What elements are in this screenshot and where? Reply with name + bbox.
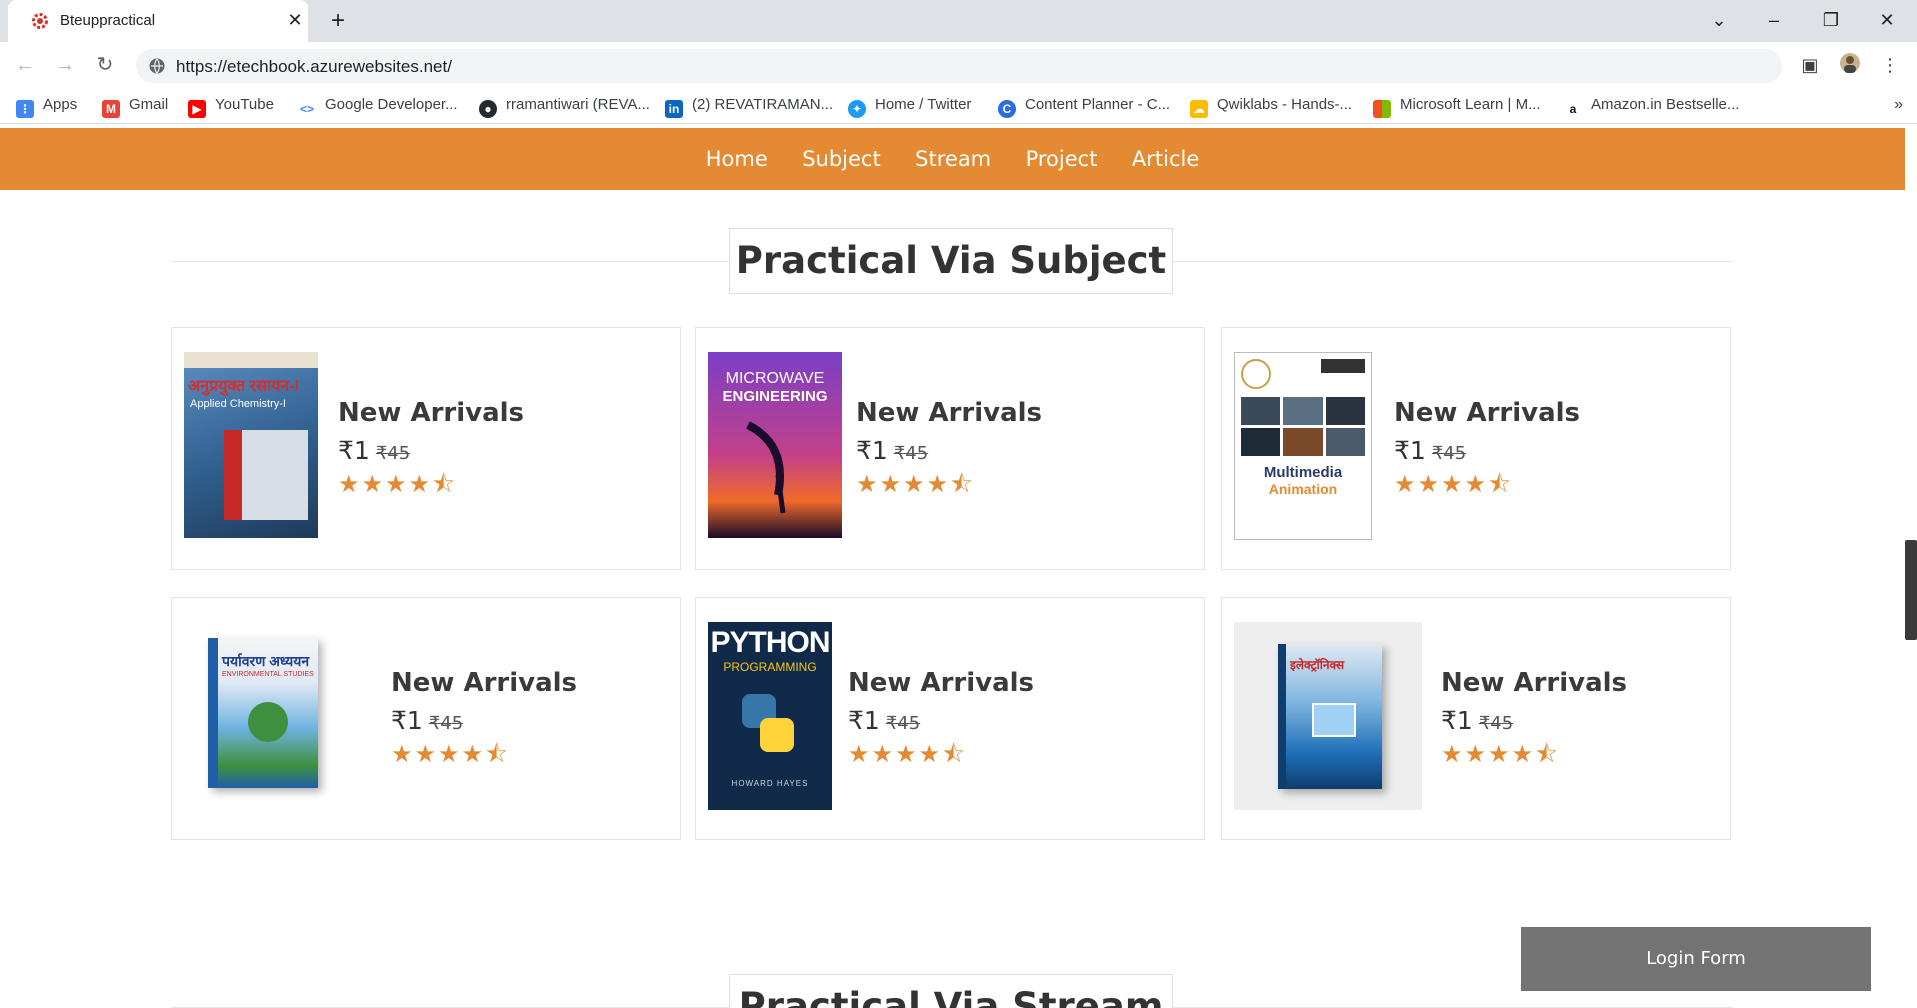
product-card[interactable]: Multimedia Animation New Arrivals ₹1 ₹45 … — [1221, 327, 1731, 570]
url-text[interactable]: https://etechbook.azurewebsites.net/ — [176, 57, 452, 77]
book-cover-microwave-engineering[interactable]: MICROWAVE ENGINEERING — [708, 352, 842, 538]
nav-article[interactable]: Article — [1132, 128, 1199, 190]
restore-button[interactable]: ❐ — [1816, 8, 1846, 32]
tab-search-chevron-icon[interactable]: ⌄ — [1704, 8, 1734, 32]
close-window-button[interactable]: ✕ — [1872, 8, 1902, 32]
tab-close-icon[interactable]: ✕ — [284, 9, 306, 31]
apps-grid-icon: ⋮ — [16, 100, 34, 118]
gmail-icon: M — [102, 100, 120, 118]
book-cover-applied-chemistry[interactable]: अनुप्रयुक्त रसायन-I Applied Chemistry-I — [184, 352, 318, 538]
rating-stars: ★★★★⯪ — [391, 741, 510, 768]
product-title[interactable]: New Arrivals — [1394, 398, 1580, 428]
section-title-subject: Practical Via Subject — [729, 228, 1173, 294]
product-info: New Arrivals ₹1 ₹45 ★★★★⯪ — [391, 668, 577, 778]
linkedin-icon: in — [665, 100, 683, 118]
product-title[interactable]: New Arrivals — [856, 398, 1042, 428]
product-price: ₹1 ₹45 — [1441, 706, 1514, 735]
bookmark-github[interactable]: ● rramantiwari (REVA... — [479, 96, 650, 118]
bookmark-content-planner[interactable]: C Content Planner - C... — [998, 96, 1170, 118]
address-bar[interactable]: https://etechbook.azurewebsites.net/ — [136, 49, 1782, 83]
nav-project[interactable]: Project — [1026, 128, 1098, 190]
login-form-button[interactable]: Login Form — [1521, 927, 1871, 991]
satellite-dish-icon — [746, 421, 786, 514]
product-title[interactable]: New Arrivals — [338, 398, 524, 428]
github-icon: ● — [479, 100, 497, 118]
bookmark-linkedin[interactable]: in (2) REVATIRAMAN... — [665, 96, 833, 118]
rating-stars: ★★★★⯪ — [1394, 471, 1513, 498]
nav-subject[interactable]: Subject — [802, 128, 881, 190]
bookmark-youtube[interactable]: ▶ YouTube — [188, 96, 274, 118]
product-info: New Arrivals ₹1 ₹45 ★★★★⯪ — [1394, 398, 1580, 508]
tab-title: Bteuppractical — [60, 12, 156, 29]
bookmark-gmail[interactable]: M Gmail — [102, 96, 168, 118]
product-info: New Arrivals ₹1 ₹45 ★★★★⯪ — [848, 668, 1034, 778]
site-favicon-icon — [32, 13, 48, 29]
nav-stream[interactable]: Stream — [915, 128, 991, 190]
youtube-icon: ▶ — [188, 100, 206, 118]
product-card[interactable]: अनुप्रयुक्त रसायन-I Applied Chemistry-I … — [171, 327, 681, 570]
product-title[interactable]: New Arrivals — [848, 668, 1034, 698]
bookmark-apps[interactable]: ⋮ Apps — [16, 96, 77, 118]
bookmark-amazon[interactable]: a Amazon.in Bestselle... — [1564, 96, 1739, 118]
book-cover-python-programming[interactable]: PYTHON PROGRAMMING HOWARD HAYES — [708, 622, 832, 810]
product-price: ₹1 ₹45 — [391, 706, 464, 735]
browser-toolbar: ← → ↻ https://etechbook.azurewebsites.ne… — [0, 42, 1917, 88]
microsoft-icon — [1373, 100, 1391, 118]
bookmark-google-developers[interactable]: <> Google Developer... — [298, 96, 458, 118]
twitter-icon: ✦ — [848, 100, 866, 118]
product-title[interactable]: New Arrivals — [391, 668, 577, 698]
product-card[interactable]: पर्यावरण अध्ययन ENVIRONMENTAL STUDIES Ne… — [171, 597, 681, 840]
avatar-icon — [1840, 53, 1860, 73]
bookmark-qwiklabs[interactable]: ☁ Qwiklabs - Hands-... — [1190, 96, 1352, 118]
product-price: ₹1 ₹45 — [848, 706, 921, 735]
product-price: ₹1 ₹45 — [338, 436, 411, 465]
side-panel-icon[interactable]: ▣ — [1797, 52, 1823, 78]
google-developers-icon: <> — [298, 100, 316, 118]
content-planner-icon: C — [998, 100, 1016, 118]
page-scrollbar[interactable] — [1905, 540, 1917, 640]
product-info: New Arrivals ₹1 ₹45 ★★★★⯪ — [1441, 668, 1627, 778]
amazon-icon: a — [1564, 100, 1582, 118]
book-cover-environmental-studies[interactable]: पर्यावरण अध्ययन ENVIRONMENTAL STUDIES — [208, 638, 318, 788]
profile-avatar[interactable] — [1837, 52, 1863, 78]
bookmark-microsoft-learn[interactable]: Microsoft Learn | M... — [1373, 96, 1541, 118]
section-title-stream: Practical Via Stream — [729, 974, 1173, 1008]
site-nav: Home Subject Stream Project Article — [0, 128, 1905, 190]
browser-tab[interactable]: Bteuppractical ✕ — [8, 0, 308, 42]
rating-stars: ★★★★⯪ — [1441, 741, 1560, 768]
minimize-button[interactable]: – — [1759, 8, 1789, 32]
product-card[interactable]: इलेक्ट्रॉनिक्स New Arrivals ₹1 ₹45 ★★★★⯪ — [1221, 597, 1731, 840]
python-logo-icon — [742, 694, 794, 752]
product-card[interactable]: MICROWAVE ENGINEERING New Arrivals ₹1 ₹45… — [695, 327, 1205, 570]
forward-arrow-icon[interactable]: → — [52, 52, 78, 78]
product-info: New Arrivals ₹1 ₹45 ★★★★⯪ — [856, 398, 1042, 508]
back-arrow-icon[interactable]: ← — [12, 52, 38, 78]
product-price: ₹1 ₹45 — [1394, 436, 1467, 465]
google-cloud-icon: ☁ — [1190, 100, 1208, 118]
book-cover-multimedia-animation[interactable]: Multimedia Animation — [1234, 352, 1372, 540]
product-price: ₹1 ₹45 — [856, 436, 929, 465]
rating-stars: ★★★★⯪ — [856, 471, 975, 498]
reload-icon[interactable]: ↻ — [92, 52, 118, 78]
new-tab-button[interactable]: + — [324, 8, 352, 34]
site-info-icon[interactable] — [148, 57, 166, 75]
nav-home[interactable]: Home — [706, 128, 768, 190]
rating-stars: ★★★★⯪ — [848, 741, 967, 768]
book-cover-electronics[interactable]: इलेक्ट्रॉनिक्स — [1234, 622, 1422, 810]
rating-stars: ★★★★⯪ — [338, 471, 457, 498]
browser-menu-icon[interactable]: ⋮ — [1877, 52, 1903, 78]
product-card[interactable]: PYTHON PROGRAMMING HOWARD HAYES New Arri… — [695, 597, 1205, 840]
product-info: New Arrivals ₹1 ₹45 ★★★★⯪ — [338, 398, 524, 508]
product-title[interactable]: New Arrivals — [1441, 668, 1627, 698]
page-viewport: Home Subject Stream Project Article Prac… — [0, 124, 1917, 1008]
bookmark-twitter[interactable]: ✦ Home / Twitter — [848, 96, 971, 118]
browser-tabstrip: Bteuppractical ✕ + ⌄ – ❐ ✕ — [0, 0, 1917, 42]
bookmarks-overflow-icon[interactable]: » — [1894, 96, 1903, 114]
bookmarks-bar: ⋮ Apps M Gmail ▶ YouTube <> Google Developer… — [0, 88, 1917, 124]
